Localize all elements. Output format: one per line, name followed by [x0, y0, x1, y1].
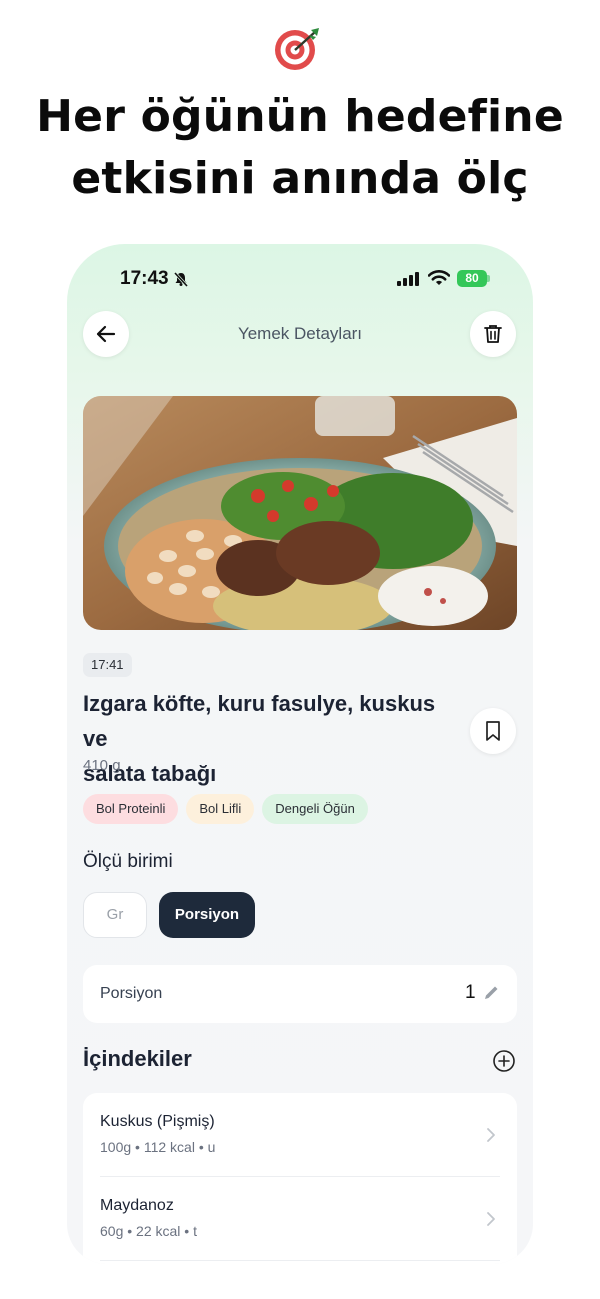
chevron-right-icon	[487, 1212, 495, 1226]
bell-muted-icon	[173, 271, 189, 287]
delete-button[interactable]	[470, 311, 516, 357]
meal-weight: 410 g	[83, 757, 121, 774]
ingredient-name: Kuskus (Pişmiş)	[100, 1113, 215, 1130]
bookmark-button[interactable]	[470, 708, 516, 754]
ingredient-row[interactable]: Maydanoz 60g • 22 kcal • t	[100, 1177, 500, 1261]
meal-name: Izgara köfte, kuru fasulye, kuskus ve sa…	[83, 686, 443, 791]
bookmark-icon	[486, 721, 500, 741]
meal-name-line-2: salata tabağı	[83, 761, 217, 786]
ingredient-meta: 100g • 112 kcal • u	[100, 1139, 216, 1155]
meal-photo	[83, 396, 517, 630]
meal-name-line-1: Izgara köfte, kuru fasulye, kuskus ve	[83, 691, 436, 751]
ingredients-title: İçindekiler	[83, 1046, 192, 1071]
ingredient-name: Maydanoz	[100, 1197, 174, 1214]
battery-indicator: 80	[457, 270, 487, 287]
chevron-right-icon	[487, 1128, 495, 1142]
headline-line-1: Her öğünün hedefine	[36, 91, 564, 142]
wifi-icon	[428, 270, 450, 285]
portion-value: 1	[465, 982, 476, 1003]
tag-high-protein: Bol Proteinli	[83, 794, 179, 824]
battery-tip	[487, 275, 490, 282]
target-dart-icon	[275, 28, 319, 70]
unit-selector-label: Ölçü birimi	[83, 851, 173, 872]
status-time: 17:43	[120, 268, 169, 289]
pencil-icon[interactable]	[483, 985, 499, 1001]
portion-label: Porsiyon	[100, 985, 163, 1002]
ingredients-list: Kuskus (Pişmiş) 100g • 112 kcal • u Mayd…	[83, 1093, 517, 1264]
headline-line-2: etkisini anında ölç	[71, 153, 529, 204]
status-bar: 17:43 80	[67, 244, 533, 314]
meal-tags: Bol Proteinli Bol Lifli Dengeli Öğün	[83, 794, 368, 824]
phone-screen: 17:43 80 Yemek Detayları 17:41 Izgara kö…	[67, 244, 533, 1264]
portion-card[interactable]: Porsiyon 1	[83, 965, 517, 1023]
screen-title: Yemek Detayları	[237, 324, 363, 343]
tag-balanced-meal: Dengeli Öğün	[262, 794, 368, 824]
cellular-signal-icon	[397, 272, 419, 286]
ingredient-meta: 60g • 22 kcal • t	[100, 1223, 197, 1239]
unit-option-gram[interactable]: Gr	[83, 892, 147, 938]
row-divider	[100, 1260, 500, 1261]
trash-icon	[484, 325, 502, 343]
promo-headline: Her öğünün hedefine etkisini anında ölç	[0, 86, 600, 210]
add-ingredient-icon[interactable]	[492, 1049, 516, 1073]
logged-time-badge: 17:41	[83, 653, 132, 677]
unit-option-portion[interactable]: Porsiyon	[159, 892, 255, 938]
tag-high-fiber: Bol Lifli	[186, 794, 255, 824]
ingredient-row[interactable]: Kuskus (Pişmiş) 100g • 112 kcal • u	[100, 1093, 500, 1177]
